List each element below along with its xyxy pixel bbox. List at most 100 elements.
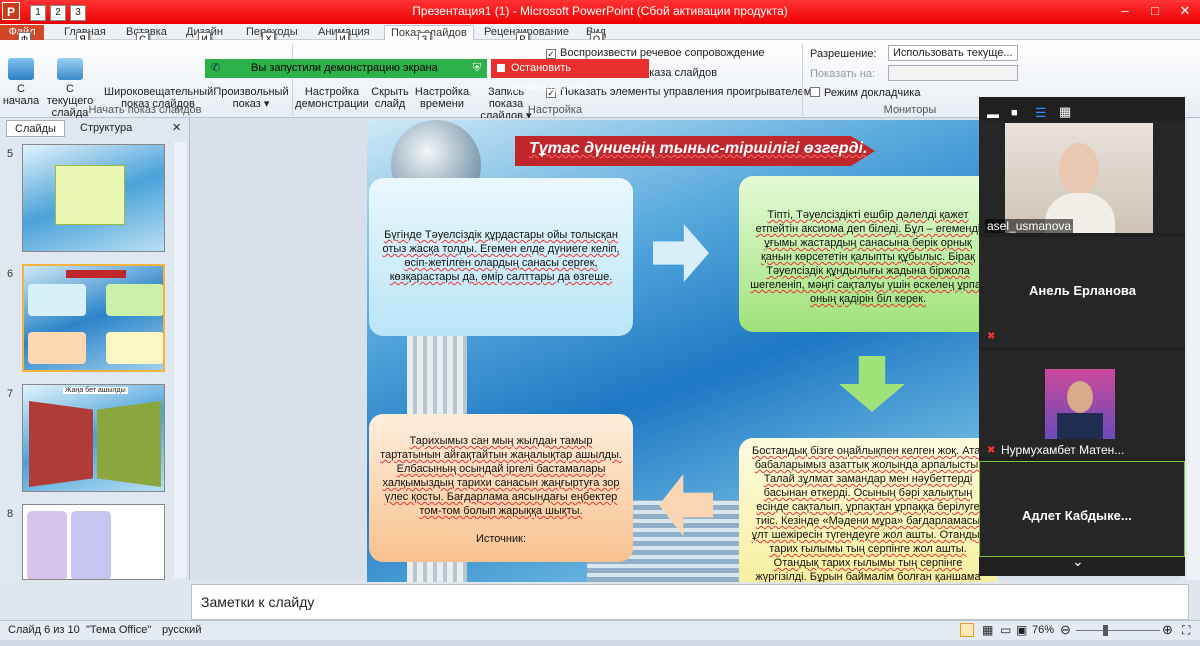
participant-name: asel_usmanova bbox=[985, 219, 1074, 233]
text-box-3[interactable]: Тарихымыз сан мың жылдан тамыр тартатыны… bbox=[369, 414, 633, 562]
slide-number: 5 bbox=[7, 148, 14, 160]
editor-scrollbar[interactable] bbox=[1187, 118, 1200, 580]
slides-pane-tabs: Слайды Структура ✕ bbox=[0, 118, 190, 138]
rehearse-timings-button[interactable]: Настройка времени bbox=[414, 74, 470, 110]
status-bar: Слайд 6 из 10 "Тема Office" русский ▦ ▭ … bbox=[0, 620, 1200, 640]
close-pane-icon[interactable]: ✕ bbox=[164, 120, 189, 137]
thumb-box bbox=[106, 332, 163, 364]
text-box-2[interactable]: Тіпті, Тәуелсіздікті ешбір дәлелді қажет… bbox=[739, 176, 997, 332]
ribbon-separator bbox=[292, 44, 293, 116]
presenter-view-checkbox[interactable]: Режим докладчика bbox=[810, 87, 920, 99]
thumb-title: Жаңа бет ашылды bbox=[63, 387, 128, 394]
slideshow-start-icon bbox=[8, 58, 34, 80]
slide-number: 6 bbox=[7, 268, 14, 280]
theme-name[interactable]: "Тема Office" bbox=[86, 624, 151, 636]
checkbox-empty-icon bbox=[810, 87, 820, 97]
thumb-textbox bbox=[55, 165, 125, 225]
group-start-show-label: Начать показ слайдов bbox=[88, 104, 202, 116]
slides-pane-scrollbar[interactable] bbox=[174, 142, 186, 578]
muted-mic-icon: ✖ bbox=[987, 445, 996, 456]
notes-placeholder: Заметки к слайду bbox=[201, 594, 315, 610]
window-title: Презентация1 (1) - Microsoft PowerPoint … bbox=[412, 4, 788, 18]
zoom-slider-thumb[interactable] bbox=[1103, 625, 1108, 636]
slide-thumbnail-6[interactable] bbox=[22, 264, 165, 372]
from-start-button[interactable]: С начала bbox=[2, 46, 40, 107]
view-single-icon[interactable]: ■ bbox=[1011, 107, 1018, 119]
resolution-select[interactable]: Использовать текуще... bbox=[888, 45, 1018, 61]
face-shape bbox=[1067, 381, 1093, 413]
thumb-panel bbox=[27, 511, 67, 579]
slide-sorter-icon[interactable]: ▦ bbox=[982, 623, 993, 637]
current-slide-icon bbox=[57, 58, 83, 80]
chevron-down-icon[interactable]: ⌄ bbox=[1072, 553, 1084, 570]
slide-thumbnail-8[interactable] bbox=[22, 504, 165, 580]
slide-number: 8 bbox=[7, 508, 14, 520]
participant-name: Нурмухамбет Матен... bbox=[1001, 443, 1125, 457]
screen-share-bar: ✆ Вы запустили демонстрацию экрана ⛨ Ост… bbox=[205, 59, 649, 93]
participant-tile-active[interactable]: Адлет Кабдыке... bbox=[979, 461, 1185, 557]
face-shape bbox=[1059, 143, 1099, 195]
participant-name: Адлет Кабдыке... bbox=[1022, 508, 1132, 523]
arrow-right-icon bbox=[653, 224, 709, 282]
participant-tile[interactable]: ✖ Нурмухамбет Матен... bbox=[979, 351, 1185, 457]
narration-checkbox[interactable]: ✓ Воспроизвести речевое сопровождение bbox=[546, 47, 765, 59]
restore-button[interactable]: □ bbox=[1140, 2, 1170, 20]
source-label: Источник: bbox=[475, 533, 526, 545]
thumb-box bbox=[106, 284, 163, 316]
stop-share-button[interactable]: Остановить демонстрацию bbox=[491, 59, 649, 93]
close-button[interactable]: ✕ bbox=[1170, 2, 1200, 20]
minimize-panel-icon[interactable]: ▬ bbox=[987, 107, 999, 121]
participant-video bbox=[1005, 123, 1153, 233]
muted-mic-icon: ✖ bbox=[987, 331, 996, 342]
stop-icon bbox=[497, 64, 505, 72]
slide-canvas: Тұтас дүниенің тыныс-тіршілігі өзгерді. … bbox=[367, 120, 997, 582]
zoom-out-icon[interactable]: ⊖ bbox=[1060, 622, 1071, 638]
tab-outline[interactable]: Структура bbox=[72, 120, 140, 137]
notes-pane[interactable]: Заметки к слайду bbox=[191, 584, 1189, 620]
slideshow-view-icon[interactable]: ▣ bbox=[1016, 623, 1027, 637]
participant-tile[interactable]: asel_usmanova bbox=[979, 121, 1185, 233]
show-on-label: Показать на: bbox=[810, 68, 876, 80]
phone-icon: ✆ bbox=[211, 62, 221, 74]
ribbon-separator bbox=[802, 44, 803, 116]
slide-number: 7 bbox=[7, 388, 14, 400]
normal-view-icon[interactable] bbox=[960, 623, 974, 637]
text-box-1[interactable]: Бүгінде Тәуелсіздік құрдастары ойы толыс… bbox=[369, 178, 633, 336]
reading-view-icon[interactable]: ▭ bbox=[1000, 623, 1011, 637]
zoom-level[interactable]: 76% bbox=[1032, 624, 1054, 636]
slides-pane: Слайды Структура ✕ 5 6 7 Жаңа бет ашылды… bbox=[0, 118, 190, 580]
thumb-title bbox=[66, 270, 126, 278]
language-indicator[interactable]: русский bbox=[162, 624, 201, 636]
tab-slides[interactable]: Слайды bbox=[6, 120, 65, 137]
shield-icon: ⛨ bbox=[472, 62, 481, 74]
group-setup-label: Настройка bbox=[527, 104, 583, 116]
thumb-box bbox=[28, 332, 86, 364]
group-monitors-label: Мониторы bbox=[883, 104, 937, 116]
body-shape bbox=[1057, 413, 1103, 439]
taskbar bbox=[0, 640, 1200, 646]
thumb-panel bbox=[29, 401, 93, 487]
participant-name: Анель Ерланова bbox=[1029, 283, 1136, 298]
thumb-box bbox=[28, 284, 86, 316]
slide-title: Тұтас дүниенің тыныс-тіршілігі өзгерді. bbox=[529, 140, 868, 157]
arrow-down-icon bbox=[839, 356, 905, 412]
video-call-panel: ▬ ■ ☰ ▦ asel_usmanova Анель Ерланова ✖ ✖… bbox=[979, 97, 1185, 576]
slide-counter: Слайд 6 из 10 bbox=[8, 624, 80, 636]
zoom-in-icon[interactable]: ⊕ bbox=[1162, 622, 1173, 638]
view-speaker-icon[interactable]: ☰ bbox=[1035, 105, 1047, 121]
fit-to-window-icon[interactable]: ⛶ bbox=[1182, 623, 1190, 638]
text-box-4[interactable]: Бостандық бізге оңайлықпен келген жоқ. А… bbox=[739, 438, 997, 582]
participant-video bbox=[1045, 369, 1115, 439]
slide-thumbnail-7[interactable]: Жаңа бет ашылды bbox=[22, 384, 165, 492]
thumb-panel bbox=[97, 401, 161, 487]
setup-show-button[interactable]: Настройка демонстрации bbox=[294, 74, 370, 110]
view-gallery-icon[interactable]: ▦ bbox=[1059, 104, 1071, 120]
sharing-status: ✆ Вы запустили демонстрацию экрана ⛨ bbox=[205, 59, 487, 78]
resolution-label: Разрешение: bbox=[810, 48, 877, 60]
hide-slide-button[interactable]: Скрыть слайд bbox=[370, 74, 410, 110]
zoom-slider-track[interactable] bbox=[1076, 630, 1160, 631]
slide-thumbnail-5[interactable] bbox=[22, 144, 165, 252]
show-on-select[interactable] bbox=[888, 65, 1018, 81]
participant-tile[interactable]: Анель Ерланова ✖ bbox=[979, 237, 1185, 347]
minimize-button[interactable]: – bbox=[1110, 2, 1140, 20]
